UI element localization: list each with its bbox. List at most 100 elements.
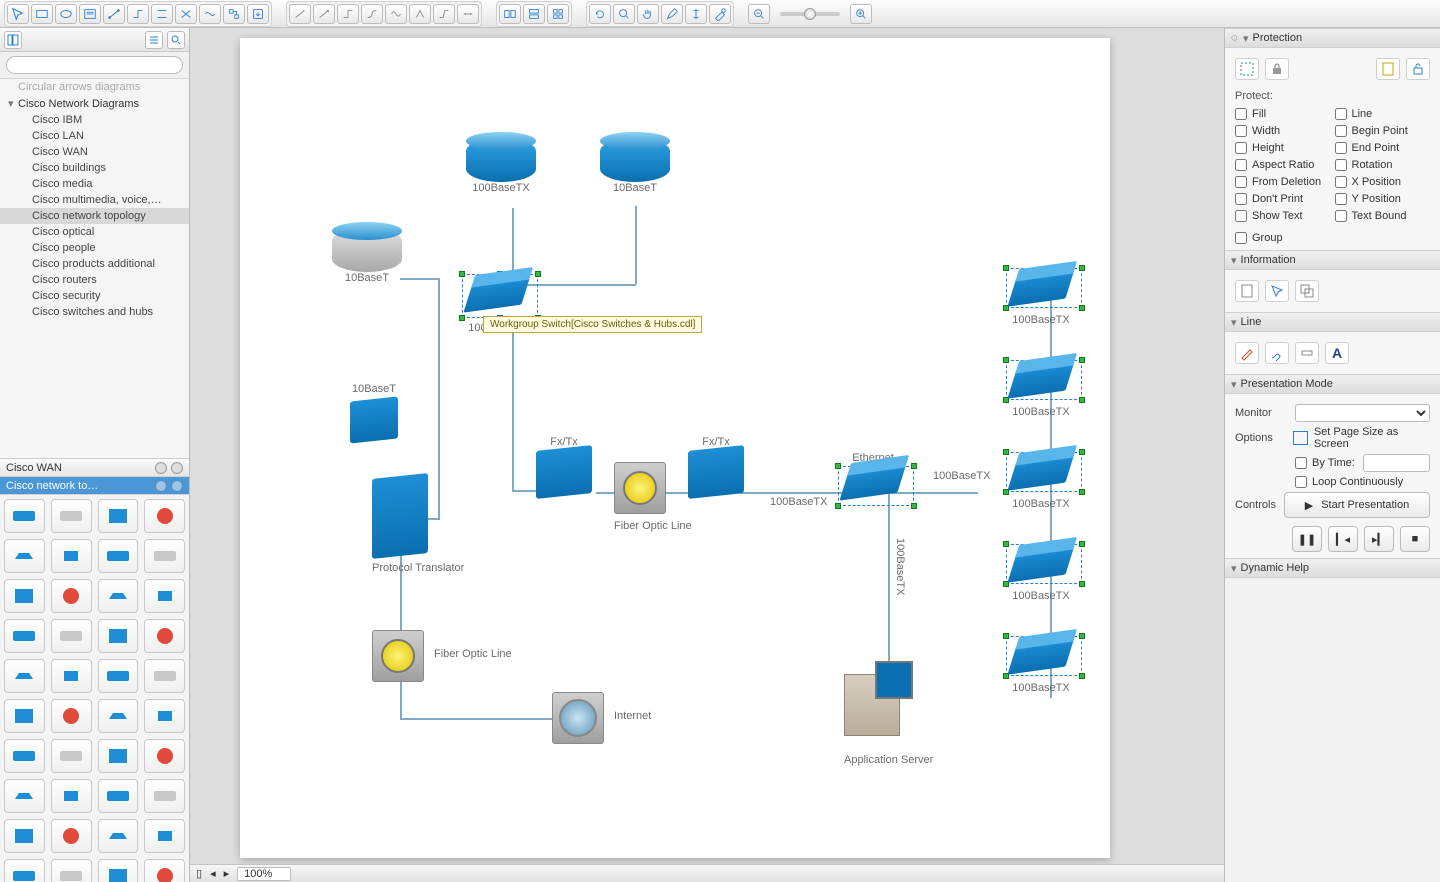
palette-shape[interactable] xyxy=(4,619,45,653)
tree-item[interactable]: Cisco buildings xyxy=(0,160,189,176)
protect-checkbox[interactable]: Show Text xyxy=(1235,210,1331,222)
rect-tool[interactable] xyxy=(31,4,53,24)
palette-shape[interactable] xyxy=(144,699,185,733)
align-tool-3[interactable] xyxy=(547,4,569,24)
router-gray-node[interactable]: 10BaseT xyxy=(332,228,402,284)
tree-item-parent[interactable]: Circular arrows diagrams xyxy=(0,79,189,95)
protocol-translator-node[interactable]: Protocol Translator xyxy=(372,476,464,574)
status-next-icon[interactable]: ▸ xyxy=(224,867,230,880)
palette-shape[interactable] xyxy=(144,779,185,813)
palette-shape[interactable] xyxy=(51,779,92,813)
palette-shape[interactable] xyxy=(4,739,45,773)
tree-item[interactable]: Cisco switches and hubs xyxy=(0,304,189,320)
palette-shape[interactable] xyxy=(98,659,139,693)
tree-item[interactable]: Cisco security xyxy=(0,288,189,304)
zoom-out-button[interactable] xyxy=(748,4,770,24)
fiber-splice-node-2[interactable]: Fiber Optic Line xyxy=(372,630,424,682)
zoom-value[interactable]: 100% xyxy=(237,867,291,881)
fxtx-node-2[interactable]: Fx/Tx xyxy=(688,436,744,496)
palette-shape[interactable] xyxy=(4,819,45,853)
palette-shape[interactable] xyxy=(51,739,92,773)
palette-shape[interactable] xyxy=(51,859,92,882)
palette-shape[interactable] xyxy=(51,659,92,693)
protect-checkbox[interactable]: End Point xyxy=(1335,142,1431,154)
router-node[interactable]: 100BaseTX xyxy=(466,138,536,194)
palette-shape[interactable] xyxy=(4,859,45,882)
line-brush-icon[interactable] xyxy=(1265,342,1289,364)
fiber-splice-node[interactable]: Fiber Optic Line xyxy=(614,462,692,532)
hand-tool[interactable] xyxy=(637,4,659,24)
panel-list-icon[interactable] xyxy=(145,31,163,49)
tree-item[interactable]: Cisco people xyxy=(0,240,189,256)
palette-shape[interactable] xyxy=(51,499,92,533)
tab-pin-icon[interactable] xyxy=(155,480,167,492)
line-tool-5[interactable] xyxy=(385,4,407,24)
tab-close-icon[interactable] xyxy=(171,462,183,474)
measure-tool[interactable] xyxy=(685,4,707,24)
pause-button[interactable]: ❚❚ xyxy=(1292,526,1322,552)
pointer-tool[interactable] xyxy=(7,4,29,24)
protect-checkbox[interactable]: X Position xyxy=(1335,176,1431,188)
tree-item[interactable]: Cisco optical xyxy=(0,224,189,240)
text-tool[interactable] xyxy=(79,4,101,24)
chain-switch-node[interactable]: 100BaseTX xyxy=(1012,642,1070,694)
fxtx-node-1[interactable]: Fx/Tx xyxy=(536,436,592,496)
protect-checkbox[interactable]: Aspect Ratio xyxy=(1235,159,1331,171)
by-time-input[interactable] xyxy=(1363,454,1430,472)
monitor-select[interactable] xyxy=(1295,404,1430,422)
library-tab-wan[interactable]: Cisco WAN xyxy=(0,459,189,477)
palette-shape[interactable] xyxy=(144,819,185,853)
tree-section[interactable]: ▾Cisco Network Diagrams xyxy=(0,95,189,112)
edit-tool[interactable] xyxy=(661,4,683,24)
palette-shape[interactable] xyxy=(144,539,185,573)
canvas-area[interactable]: 100BaseTX 10BaseT 10BaseT 10BaseT 100Bas… xyxy=(190,28,1224,882)
tab-pin-icon[interactable] xyxy=(155,462,167,474)
panel-layout-icon[interactable] xyxy=(4,31,22,49)
palette-shape[interactable] xyxy=(144,859,185,882)
palette-shape[interactable] xyxy=(4,499,45,533)
palette-shape[interactable] xyxy=(98,579,139,613)
connector-tool-6[interactable] xyxy=(223,4,245,24)
info-cursor-icon[interactable] xyxy=(1265,280,1289,302)
tree-item[interactable]: Cisco products additional xyxy=(0,256,189,272)
protect-checkbox[interactable]: Y Position xyxy=(1335,193,1431,205)
ellipse-tool[interactable] xyxy=(55,4,77,24)
library-tab-topology[interactable]: Cisco network to… xyxy=(0,477,189,495)
application-server-node[interactable]: Application Server xyxy=(844,674,933,766)
prev-slide-button[interactable]: ▎◂ xyxy=(1328,526,1358,552)
palette-shape[interactable] xyxy=(4,779,45,813)
palette-shape[interactable] xyxy=(4,659,45,693)
palette-shape[interactable] xyxy=(51,539,92,573)
align-tool-1[interactable] xyxy=(499,4,521,24)
shape-palette[interactable] xyxy=(0,495,189,882)
palette-shape[interactable] xyxy=(98,819,139,853)
connector-tool-1[interactable] xyxy=(103,4,125,24)
connector-tool-4[interactable] xyxy=(175,4,197,24)
zoom-tool[interactable] xyxy=(613,4,635,24)
zoom-in-button[interactable] xyxy=(850,4,872,24)
library-search-input[interactable] xyxy=(6,56,183,74)
line-pen-icon[interactable] xyxy=(1235,342,1259,364)
protect-checkbox[interactable]: Rotation xyxy=(1335,159,1431,171)
line-tool-6[interactable] xyxy=(409,4,431,24)
protect-unlock-icon[interactable] xyxy=(1406,58,1430,80)
library-tree[interactable]: Circular arrows diagrams ▾Cisco Network … xyxy=(0,79,189,458)
dynamic-help-header[interactable]: ▾Dynamic Help xyxy=(1225,558,1440,578)
chain-switch-node[interactable]: 100BaseTX xyxy=(1012,274,1070,326)
connector-tool-5[interactable] xyxy=(199,4,221,24)
stamp-tool[interactable] xyxy=(709,4,731,24)
information-section-header[interactable]: ▾Information xyxy=(1225,250,1440,270)
tree-item[interactable]: Cisco routers xyxy=(0,272,189,288)
palette-shape[interactable] xyxy=(144,659,185,693)
tree-item[interactable]: Cisco media xyxy=(0,176,189,192)
palette-shape[interactable] xyxy=(144,499,185,533)
start-presentation-button[interactable]: ▶Start Presentation xyxy=(1284,492,1430,518)
line-style-icon[interactable] xyxy=(1295,342,1319,364)
line-tool-4[interactable] xyxy=(361,4,383,24)
palette-shape[interactable] xyxy=(4,699,45,733)
tab-close-icon[interactable] xyxy=(171,480,183,492)
ethernet-switch-node[interactable]: Ethernet xyxy=(844,452,902,496)
tree-item[interactable]: Cisco network topology xyxy=(0,208,189,224)
connector-tool-2[interactable] xyxy=(127,4,149,24)
internet-node[interactable]: Internet xyxy=(552,692,604,744)
